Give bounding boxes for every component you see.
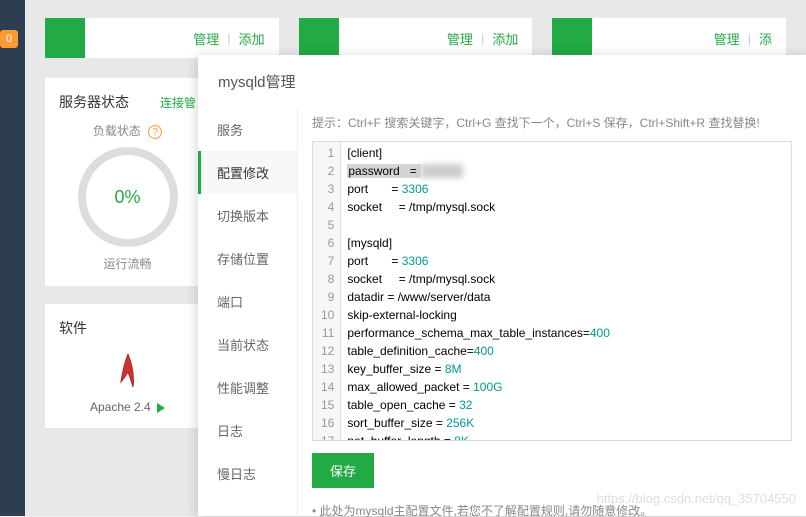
sidebar-item-5[interactable]: 当前状态	[198, 323, 297, 366]
panel-title: 服务器状态	[59, 92, 129, 112]
editor-hint: 提示：Ctrl+F 搜索关键字，Ctrl+G 查找下一个，Ctrl+S 保存，C…	[312, 108, 792, 141]
sidebar-item-0[interactable]: 服务	[198, 108, 297, 151]
sidebar-item-8[interactable]: 慢日志	[198, 452, 297, 495]
notification-badge[interactable]: 0	[0, 30, 18, 48]
load-gauge: 0%	[78, 147, 178, 247]
add-link[interactable]: 添加	[239, 29, 265, 48]
separator: |	[227, 31, 230, 46]
panel-title: 软件	[59, 318, 87, 338]
play-icon[interactable]	[157, 403, 165, 413]
service-card: 管理 | 添加	[45, 18, 279, 58]
sidebar-item-1[interactable]: 配置修改	[198, 151, 297, 194]
watermark: https://blog.csdn.net/qq_35704550	[597, 491, 797, 506]
sidebar-item-4[interactable]: 端口	[198, 280, 297, 323]
service-icon-box	[552, 18, 592, 58]
service-card: 管理 | 添	[552, 18, 786, 58]
sidebar-item-6[interactable]: 性能调整	[198, 366, 297, 409]
load-label: 负载状态	[93, 124, 141, 138]
help-icon[interactable]: ?	[148, 125, 162, 139]
modal-main: 提示：Ctrl+F 搜索关键字，Ctrl+G 查找下一个，Ctrl+S 保存，C…	[298, 108, 806, 517]
sidebar-item-3[interactable]: 存储位置	[198, 237, 297, 280]
separator: |	[481, 31, 484, 46]
config-editor[interactable]: 1234567891011121314151617 [client]passwo…	[312, 141, 792, 441]
service-card: 管理 | 添加	[299, 18, 533, 58]
server-status-panel: 服务器状态 连接管 负载状态 ? 0% 运行流畅	[45, 78, 210, 286]
manage-link[interactable]: 管理	[447, 29, 473, 48]
sidebar-item-2[interactable]: 切换版本	[198, 194, 297, 237]
add-link[interactable]: 添加	[492, 29, 518, 48]
manage-link[interactable]: 管理	[193, 29, 219, 48]
gauge-status: 运行流畅	[59, 255, 196, 272]
sidebar-item-7[interactable]: 日志	[198, 409, 297, 452]
top-cards-row: 管理 | 添加 管理 | 添加 管理 | 添	[25, 0, 806, 58]
add-link[interactable]: 添	[759, 29, 772, 48]
apache-icon[interactable]	[113, 352, 143, 392]
software-panel: 软件 Apache 2.4	[45, 304, 210, 428]
manage-link[interactable]: 管理	[714, 29, 740, 48]
service-icon-box	[299, 18, 339, 58]
line-gutter: 1234567891011121314151617	[313, 142, 341, 441]
gauge-percent: 0%	[114, 187, 140, 208]
modal-title: mysqld管理	[198, 55, 806, 108]
connect-link[interactable]: 连接管	[160, 94, 196, 111]
apache-label: Apache 2.4	[90, 400, 151, 414]
modal-sidebar: 服务配置修改切换版本存储位置端口当前状态性能调整日志慢日志	[198, 108, 298, 517]
left-rail	[0, 0, 25, 516]
mysqld-modal: mysqld管理 服务配置修改切换版本存储位置端口当前状态性能调整日志慢日志 提…	[198, 55, 806, 516]
separator: |	[748, 31, 751, 46]
code-content[interactable]: [client]password = xxxxxxxport = 3306soc…	[341, 142, 616, 441]
service-icon-box	[45, 18, 85, 58]
save-button[interactable]: 保存	[312, 453, 374, 488]
